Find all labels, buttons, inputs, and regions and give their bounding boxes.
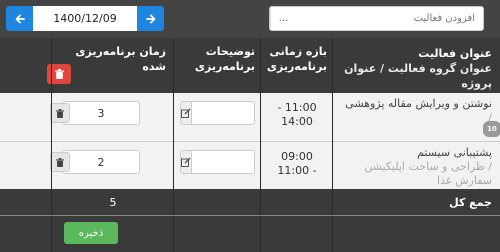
period-end: 14:00 bbox=[281, 115, 313, 128]
activity-group: / bbox=[488, 111, 492, 124]
description-input[interactable] bbox=[192, 102, 254, 124]
add-activity-field[interactable]: ... bbox=[269, 6, 484, 31]
planned-time-cell bbox=[52, 142, 174, 189]
column-divider bbox=[51, 38, 52, 252]
trash-icon bbox=[54, 69, 64, 79]
table-row: پشتیبانی سیستم / طراحی و ساخت اپلیکیشن س… bbox=[0, 141, 500, 189]
row-actions-cell bbox=[0, 142, 70, 189]
activity-group-extra: سفارش غذا bbox=[437, 174, 492, 187]
date-navigator: 1400/12/09 bbox=[6, 6, 164, 31]
description-field bbox=[180, 101, 255, 125]
activity-title: پشتیبانی سیستم bbox=[417, 146, 492, 159]
delete-row-button[interactable] bbox=[50, 152, 70, 172]
total-label: جمع کل bbox=[449, 196, 492, 209]
period-cell: 11:00 - 14:00 bbox=[261, 93, 333, 141]
activity-count-badge: 10 bbox=[483, 121, 500, 137]
row-actions-cell bbox=[0, 93, 70, 141]
planned-time-input[interactable] bbox=[62, 101, 140, 125]
planned-time-input[interactable] bbox=[62, 150, 140, 174]
edit-description-button[interactable] bbox=[181, 102, 192, 124]
header-activity-subtitle: عنوان گروه فعالیت / عنوان پروژه bbox=[344, 62, 492, 90]
arrow-left-icon bbox=[15, 14, 25, 23]
save-button[interactable]: ذخیره bbox=[64, 222, 118, 244]
period-cell: 09:00 - 11:00 bbox=[261, 142, 333, 189]
planning-table: عنوان فعالیت عنوان گروه فعالیت / عنوان پ… bbox=[0, 38, 500, 252]
column-divider bbox=[173, 38, 174, 252]
toolbar: ... 1400/12/09 bbox=[0, 0, 500, 38]
activity-title: نوشتن و ویرایش مقاله پژوهشی bbox=[345, 97, 492, 110]
period-start: 11:00 - bbox=[277, 101, 317, 114]
browse-activity-button[interactable]: ... bbox=[270, 7, 296, 30]
header-activity: عنوان فعالیت عنوان گروه فعالیت / عنوان پ… bbox=[333, 38, 500, 93]
planned-time-cell bbox=[52, 93, 174, 141]
header-activity-title: عنوان فعالیت bbox=[418, 47, 492, 60]
column-divider bbox=[332, 38, 333, 252]
description-cell bbox=[174, 142, 261, 189]
period-end: - 11:00 bbox=[277, 164, 317, 177]
planning-page: ... 1400/12/09 عنوان فعالیت عنوان گروه ف… bbox=[0, 0, 500, 252]
total-row: جمع کل 5 bbox=[0, 190, 500, 215]
activity-group: / طراحی و ساخت اپلیکیشن bbox=[364, 160, 492, 173]
arrow-right-icon bbox=[145, 14, 155, 23]
row-divider bbox=[0, 215, 500, 216]
table-row: نوشتن و ویرایش مقاله پژوهشی / 10 11:00 -… bbox=[0, 93, 500, 141]
edit-icon bbox=[181, 157, 191, 167]
edit-description-button[interactable] bbox=[181, 151, 192, 173]
description-input[interactable] bbox=[192, 151, 254, 173]
activity-cell: پشتیبانی سیستم / طراحی و ساخت اپلیکیشن س… bbox=[333, 142, 500, 189]
header-description: توضیحات برنامه‌ریزی bbox=[194, 45, 255, 73]
total-value: 5 bbox=[109, 196, 117, 209]
header-period: بازه زمانی برنامه‌ریزی bbox=[266, 45, 327, 73]
edit-icon bbox=[181, 108, 191, 118]
delete-row-button[interactable] bbox=[50, 103, 70, 123]
description-cell bbox=[174, 93, 261, 141]
activity-cell: نوشتن و ویرایش مقاله پژوهشی / 10 bbox=[333, 93, 500, 141]
trash-icon bbox=[56, 157, 64, 167]
date-display[interactable]: 1400/12/09 bbox=[33, 6, 137, 31]
add-activity-input[interactable] bbox=[296, 7, 483, 30]
trash-icon bbox=[56, 108, 64, 118]
next-date-button[interactable] bbox=[137, 6, 164, 31]
prev-date-button[interactable] bbox=[6, 6, 33, 31]
column-divider bbox=[260, 38, 261, 252]
period-start: 09:00 bbox=[281, 150, 313, 163]
description-field bbox=[180, 150, 255, 174]
